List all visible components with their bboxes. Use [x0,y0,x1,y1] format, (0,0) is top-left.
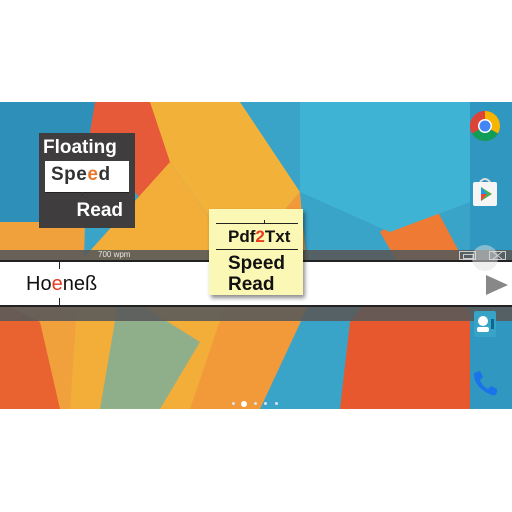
play-icon[interactable] [486,275,508,295]
sticky-note-app-name: Pdf2Txt [228,227,291,246]
page-dot[interactable] [275,402,278,405]
page-dot[interactable] [232,402,235,405]
page-dot[interactable] [254,402,257,405]
chrome-icon[interactable] [468,109,502,143]
sticky-note-word-box: Pdf2Txt [216,220,298,250]
sticky-note-read-label: Read [228,274,275,295]
sticky-note-speed-label: Speed [228,253,286,274]
page-dot-active[interactable] [241,401,247,407]
reader-bottom-bar [0,307,512,321]
sticky-focus-marker-top [264,220,265,223]
play-store-icon[interactable] [468,175,502,209]
home-screen: Floating Speed Read 700 wpm Hoeneß Pdf2T… [0,102,512,409]
wpm-readout: 700 wpm [98,250,131,259]
contacts-icon[interactable] [468,307,502,341]
floating-widget-word-box: Speed [45,161,129,193]
focus-marker-bottom [82,192,83,196]
pdf2txt-sticky-note-widget[interactable]: Pdf2Txt Speed Read [209,209,303,295]
floating-widget-title: Floating [43,137,117,158]
page-dot[interactable] [264,402,267,405]
reader-focus-marker-top [59,262,60,269]
reader-focus-marker-bottom [59,298,60,305]
app-icon-partial[interactable] [468,241,502,275]
floating-widget-word: Speed [51,164,111,185]
floating-widget-read-label: Read [76,200,123,221]
phone-icon[interactable] [468,367,502,401]
floating-speed-read-widget[interactable]: Floating Speed Read [39,133,135,228]
reader-current-word: Hoeneß [26,273,98,295]
